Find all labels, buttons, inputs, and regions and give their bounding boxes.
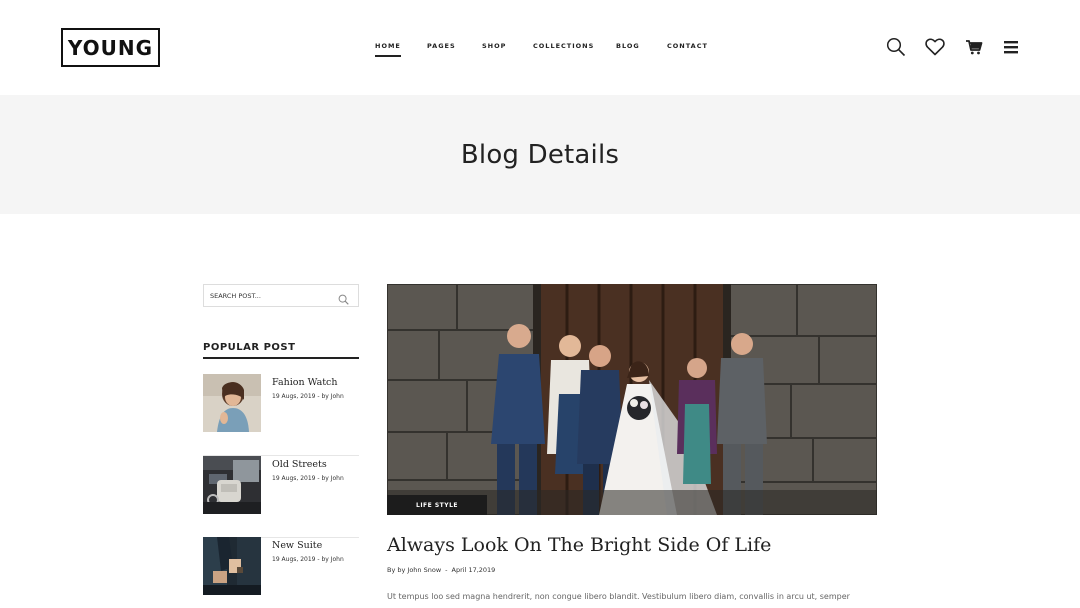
nav-collections[interactable]: COLLECTIONS (533, 42, 594, 50)
nav-contact[interactable]: CONTACT (667, 42, 708, 50)
popular-post-item[interactable]: Old Streets 19 Augs, 2019 - by John (203, 456, 359, 538)
article-excerpt: Ut tempus loo sed magna hendrerit, non c… (387, 592, 850, 601)
article-hero-image[interactable]: LIFE STYLE (387, 284, 877, 515)
article-title: Always Look On The Bright Side Of Life (387, 534, 772, 556)
nav-pages[interactable]: PAGES (427, 42, 456, 50)
post-thumbnail[interactable] (203, 374, 261, 432)
search-icon[interactable] (338, 290, 350, 305)
search-icon[interactable] (885, 36, 907, 58)
post-meta: 19 Augs, 2019 - by John (272, 556, 344, 563)
site-header: YOUNG HOME PAGES SHOP COLLECTIONS BLOG C… (0, 0, 1080, 95)
post-meta: 19 Augs, 2019 - by John (272, 475, 344, 482)
post-thumbnail[interactable] (203, 456, 261, 514)
post-meta: 19 Augs, 2019 - by John (272, 393, 344, 400)
sidebar-search (203, 284, 359, 307)
page-banner: Blog Details (0, 95, 1080, 214)
article-meta: By by John Snow - April 17,2019 (387, 566, 499, 574)
post-title[interactable]: Fahion Watch (272, 377, 337, 388)
post-title[interactable]: Old Streets (272, 459, 327, 470)
post-title[interactable]: New Suite (272, 540, 322, 551)
popular-post-item[interactable]: New Suite 19 Augs, 2019 - by John (203, 537, 359, 608)
category-tag[interactable]: LIFE STYLE (387, 495, 488, 515)
nav-blog[interactable]: BLOG (616, 42, 640, 50)
article-date: April 17,2019 (451, 566, 496, 574)
menu-icon[interactable] (1000, 36, 1022, 58)
popular-post-heading: POPULAR POST (203, 342, 359, 359)
popular-post-item[interactable]: Fahion Watch 19 Augs, 2019 - by John (203, 374, 359, 456)
nav-home[interactable]: HOME (375, 42, 401, 57)
cart-icon[interactable] (963, 36, 985, 58)
search-input[interactable] (204, 285, 334, 306)
main-nav: HOME PAGES SHOP COLLECTIONS BLOG CONTACT (0, 42, 1080, 57)
post-thumbnail[interactable] (203, 537, 261, 595)
heart-icon[interactable] (924, 36, 946, 58)
meta-separator: - (445, 566, 448, 574)
page-title: Blog Details (460, 139, 620, 170)
nav-shop[interactable]: SHOP (482, 42, 506, 50)
wedding-photo (387, 284, 877, 515)
article-author[interactable]: By by John Snow (387, 566, 441, 574)
